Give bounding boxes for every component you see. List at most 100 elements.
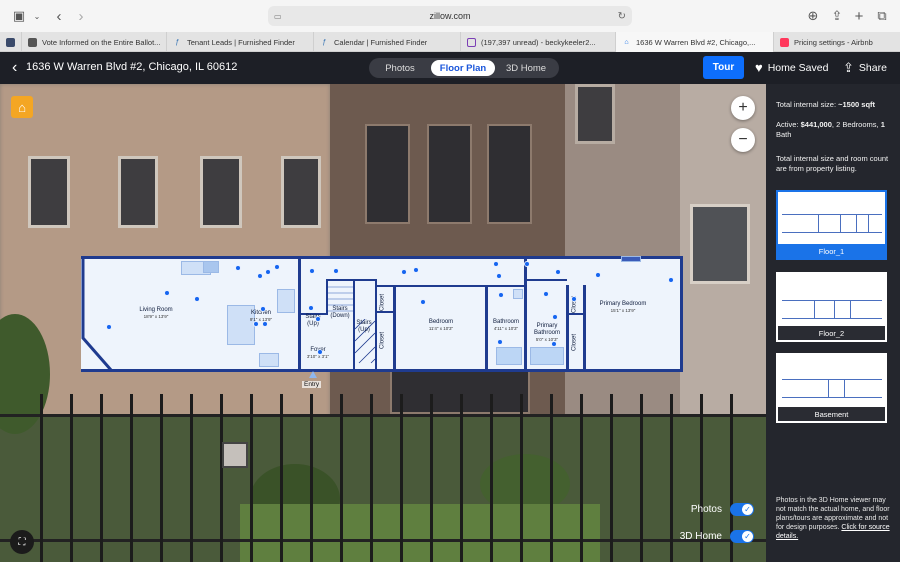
room-closet-1: Closet — [379, 293, 386, 311]
viewer-header: ‹ 1636 W Warren Blvd #2, Chicago, IL 606… — [0, 52, 900, 84]
expand-icon: ⛶ — [18, 536, 26, 548]
tab-overview-icon[interactable]: ⧉ — [873, 7, 891, 25]
camera-pin[interactable] — [315, 316, 321, 322]
fullscreen-button[interactable]: ⛶ — [10, 530, 34, 554]
camera-pin[interactable] — [333, 268, 339, 274]
page-icon: ▭ — [274, 11, 282, 21]
photos-toggle-row: Photos ✓ — [666, 503, 754, 516]
browser-toolbar: ▣ ⌄ ‹ › ▭ zillow.com ↻ ⊕ ⇪ + ⧉ — [0, 0, 900, 32]
camera-pin[interactable] — [552, 314, 558, 320]
room-primary-bathroom: Primary Bathroom 5'0" x 10'3" — [533, 322, 560, 342]
tab-airbnb[interactable]: Pricing settings - Airbnb — [774, 32, 900, 52]
floor-2-thumbnail — [778, 274, 885, 326]
reload-icon[interactable]: ↻ — [618, 11, 626, 22]
photos-toggle[interactable]: ✓ — [730, 503, 754, 516]
tab-floor-plan[interactable]: Floor Plan — [431, 60, 495, 76]
share-label: Share — [858, 62, 887, 74]
active-listing-text: Active: $441,000, 2 Bedrooms, 1 Bath — [776, 120, 885, 140]
plus-icon: + — [738, 99, 748, 116]
zoom-in-button[interactable]: + — [731, 96, 755, 120]
floor-2-label: Floor_2 — [778, 326, 885, 340]
back-icon[interactable]: ‹ — [50, 7, 68, 25]
tab-3d-home[interactable]: 3D Home — [495, 60, 557, 76]
camera-pin[interactable] — [543, 291, 549, 297]
tab-label: Pricing settings - Airbnb — [794, 37, 873, 47]
camera-pin[interactable] — [595, 272, 601, 278]
camera-pin[interactable] — [498, 292, 504, 298]
room-stairs-down: Stairs (Down) — [330, 305, 350, 319]
tour-button[interactable]: Tour — [703, 56, 744, 79]
camera-pin[interactable] — [164, 290, 170, 296]
room-closet-4: Closet — [571, 333, 578, 351]
airbnb-icon — [780, 37, 789, 47]
home-saved-button[interactable]: ♥ Home Saved — [755, 60, 828, 75]
camera-pin[interactable] — [317, 349, 323, 355]
pinned-favicon-icon — [6, 37, 15, 47]
camera-pin[interactable] — [265, 269, 271, 275]
camera-pin[interactable] — [308, 305, 314, 311]
tab-photos[interactable]: Photos — [369, 60, 431, 76]
tab-calendar[interactable]: ƒ Calendar | Furnished Finder — [314, 32, 461, 52]
3d-home-toggle-label: 3D Home — [679, 531, 722, 542]
plan-bay-wall — [81, 256, 113, 371]
basement-label: Basement — [778, 407, 885, 421]
tab-tenant-leads[interactable]: ƒ Tenant Leads | Furnished Finder — [167, 32, 314, 52]
camera-pin[interactable] — [253, 321, 259, 327]
pinned-tab[interactable] — [0, 32, 22, 52]
share-button[interactable]: ⇪ Share — [843, 60, 887, 76]
camera-pin[interactable] — [497, 339, 503, 345]
camera-pin[interactable] — [401, 269, 407, 275]
room-stairs-up-2: Stairs (Up) — [356, 319, 372, 333]
tab-vote[interactable]: Vote Informed on the Entire Ballot... — [22, 32, 167, 52]
camera-pin[interactable] — [524, 261, 530, 267]
back-arrow-icon[interactable]: ‹ — [12, 59, 17, 77]
camera-pin[interactable] — [555, 269, 561, 275]
camera-pin[interactable] — [257, 273, 263, 279]
room-bedroom: Bedroom 11'4" x 10'3" — [428, 319, 454, 331]
sidebar-toggle-icon[interactable]: ▣ — [10, 7, 28, 25]
camera-pin[interactable] — [260, 306, 266, 312]
entry-arrow-icon — [309, 371, 317, 378]
share-icon: ⇪ — [843, 60, 854, 75]
camera-pin[interactable] — [262, 321, 268, 327]
heart-icon: ♥ — [755, 60, 763, 75]
camera-pin[interactable] — [413, 267, 419, 273]
listing-address: 1636 W Warren Blvd #2, Chicago, IL 60612 — [26, 61, 238, 73]
mail-icon — [467, 37, 476, 47]
entry-label: Entry — [302, 381, 322, 388]
3d-home-toggle[interactable]: ✓ — [730, 530, 754, 543]
camera-pin[interactable] — [668, 277, 674, 283]
camera-pin[interactable] — [551, 341, 557, 347]
chevron-down-icon[interactable]: ⌄ — [28, 7, 46, 25]
camera-pin[interactable] — [274, 264, 280, 270]
tab-label: Calendar | Furnished Finder — [334, 37, 428, 47]
floor-card-floor-2[interactable]: Floor_2 — [776, 272, 887, 342]
tab-email[interactable]: (197,397 unread) - beckykeeler2... — [461, 32, 616, 52]
share-icon[interactable]: ⇪ — [828, 7, 846, 25]
camera-pin[interactable] — [194, 296, 200, 302]
camera-pin[interactable] — [420, 299, 426, 305]
zillow-logo-icon: ⌂ — [11, 96, 33, 118]
furnished-finder-icon: ƒ — [175, 38, 180, 46]
camera-pin[interactable] — [235, 265, 241, 271]
document-icon — [28, 37, 37, 47]
zoom-out-button[interactable]: − — [731, 128, 755, 152]
floor-sidebar: Total internal size: ~1500 sqft Active: … — [766, 84, 900, 562]
camera-pin[interactable] — [496, 273, 502, 279]
floor-plan[interactable]: Living Room 18'9" x 13'9" Kitchen 9'1" x 1… — [81, 256, 683, 372]
forward-icon[interactable]: › — [72, 7, 90, 25]
camera-pin[interactable] — [571, 296, 577, 302]
tab-label: Vote Informed on the Entire Ballot... — [42, 37, 161, 47]
download-icon[interactable]: ⊕ — [804, 7, 822, 25]
tab-zillow[interactable]: ⌂ 1636 W Warren Blvd #2, Chicago,... — [616, 32, 774, 52]
camera-pin[interactable] — [309, 268, 315, 274]
url-text: zillow.com — [429, 11, 471, 21]
address-bar[interactable]: ▭ zillow.com ↻ — [268, 6, 632, 26]
floor-plan-viewer[interactable]: ⌂ + − Living Room 18'9" x 13'9" Kitchen … — [0, 84, 766, 562]
camera-pin[interactable] — [106, 324, 112, 330]
new-tab-icon[interactable]: + — [850, 7, 868, 25]
floor-card-floor-1[interactable]: Floor_1 — [776, 190, 887, 260]
photos-toggle-label: Photos — [690, 504, 722, 515]
camera-pin[interactable] — [493, 261, 499, 267]
floor-card-basement[interactable]: Basement — [776, 353, 887, 423]
